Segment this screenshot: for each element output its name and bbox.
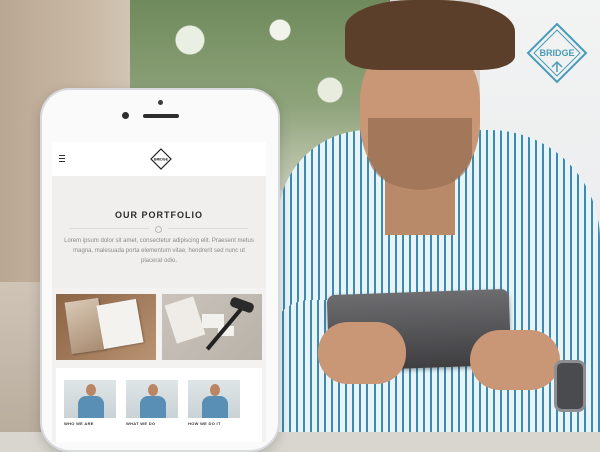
man-left-hand (318, 322, 406, 384)
divider-line-left (70, 228, 150, 229)
portfolio-title: OUR PORTFOLIO (115, 210, 203, 220)
site-logo-text: BRIDGE (154, 158, 169, 162)
phone-screen: BRIDGE OUR PORTFOLIO Lorem ipsum dolor s… (52, 142, 266, 442)
team-photo (64, 380, 116, 418)
portfolio-item-stationery[interactable] (162, 294, 262, 360)
team-item-label: HOW WE DO IT (188, 421, 221, 426)
team-section: WHO WE ARE WHAT WE DO HOW WE DO IT (56, 368, 262, 442)
stationery-card (164, 296, 206, 344)
man-right-hand (470, 330, 560, 390)
card-holder (229, 296, 255, 314)
man-beard (368, 118, 472, 190)
portfolio-description: Lorem ipsum dolor sit amet, consectetur … (64, 238, 254, 264)
phone-speaker (143, 114, 179, 118)
phone-sensor (158, 100, 163, 105)
hamburger-menu-icon[interactable] (59, 155, 65, 162)
divider-ornament (155, 226, 162, 233)
team-item[interactable]: WHAT WE DO (126, 380, 178, 426)
team-photo (126, 380, 178, 418)
team-photo (188, 380, 240, 418)
paper-sheet (96, 298, 144, 350)
bridge-logo-icon: BRIDGE (526, 22, 588, 84)
phone-camera (122, 112, 129, 119)
portfolio-item-magazine[interactable] (56, 294, 156, 360)
wristwatch (554, 360, 586, 412)
team-item[interactable]: HOW WE DO IT (188, 380, 240, 426)
team-item[interactable]: WHO WE ARE (64, 380, 116, 426)
man-hair (345, 0, 515, 70)
team-item-label: WHAT WE DO (126, 421, 156, 426)
site-header: BRIDGE (52, 142, 266, 176)
team-item-label: WHO WE ARE (64, 421, 94, 426)
brand-logo-text: BRIDGE (539, 48, 574, 58)
divider-line-right (168, 228, 248, 229)
site-logo-icon[interactable]: BRIDGE (150, 148, 172, 170)
phone-mockup: BRIDGE OUR PORTFOLIO Lorem ipsum dolor s… (40, 88, 280, 452)
